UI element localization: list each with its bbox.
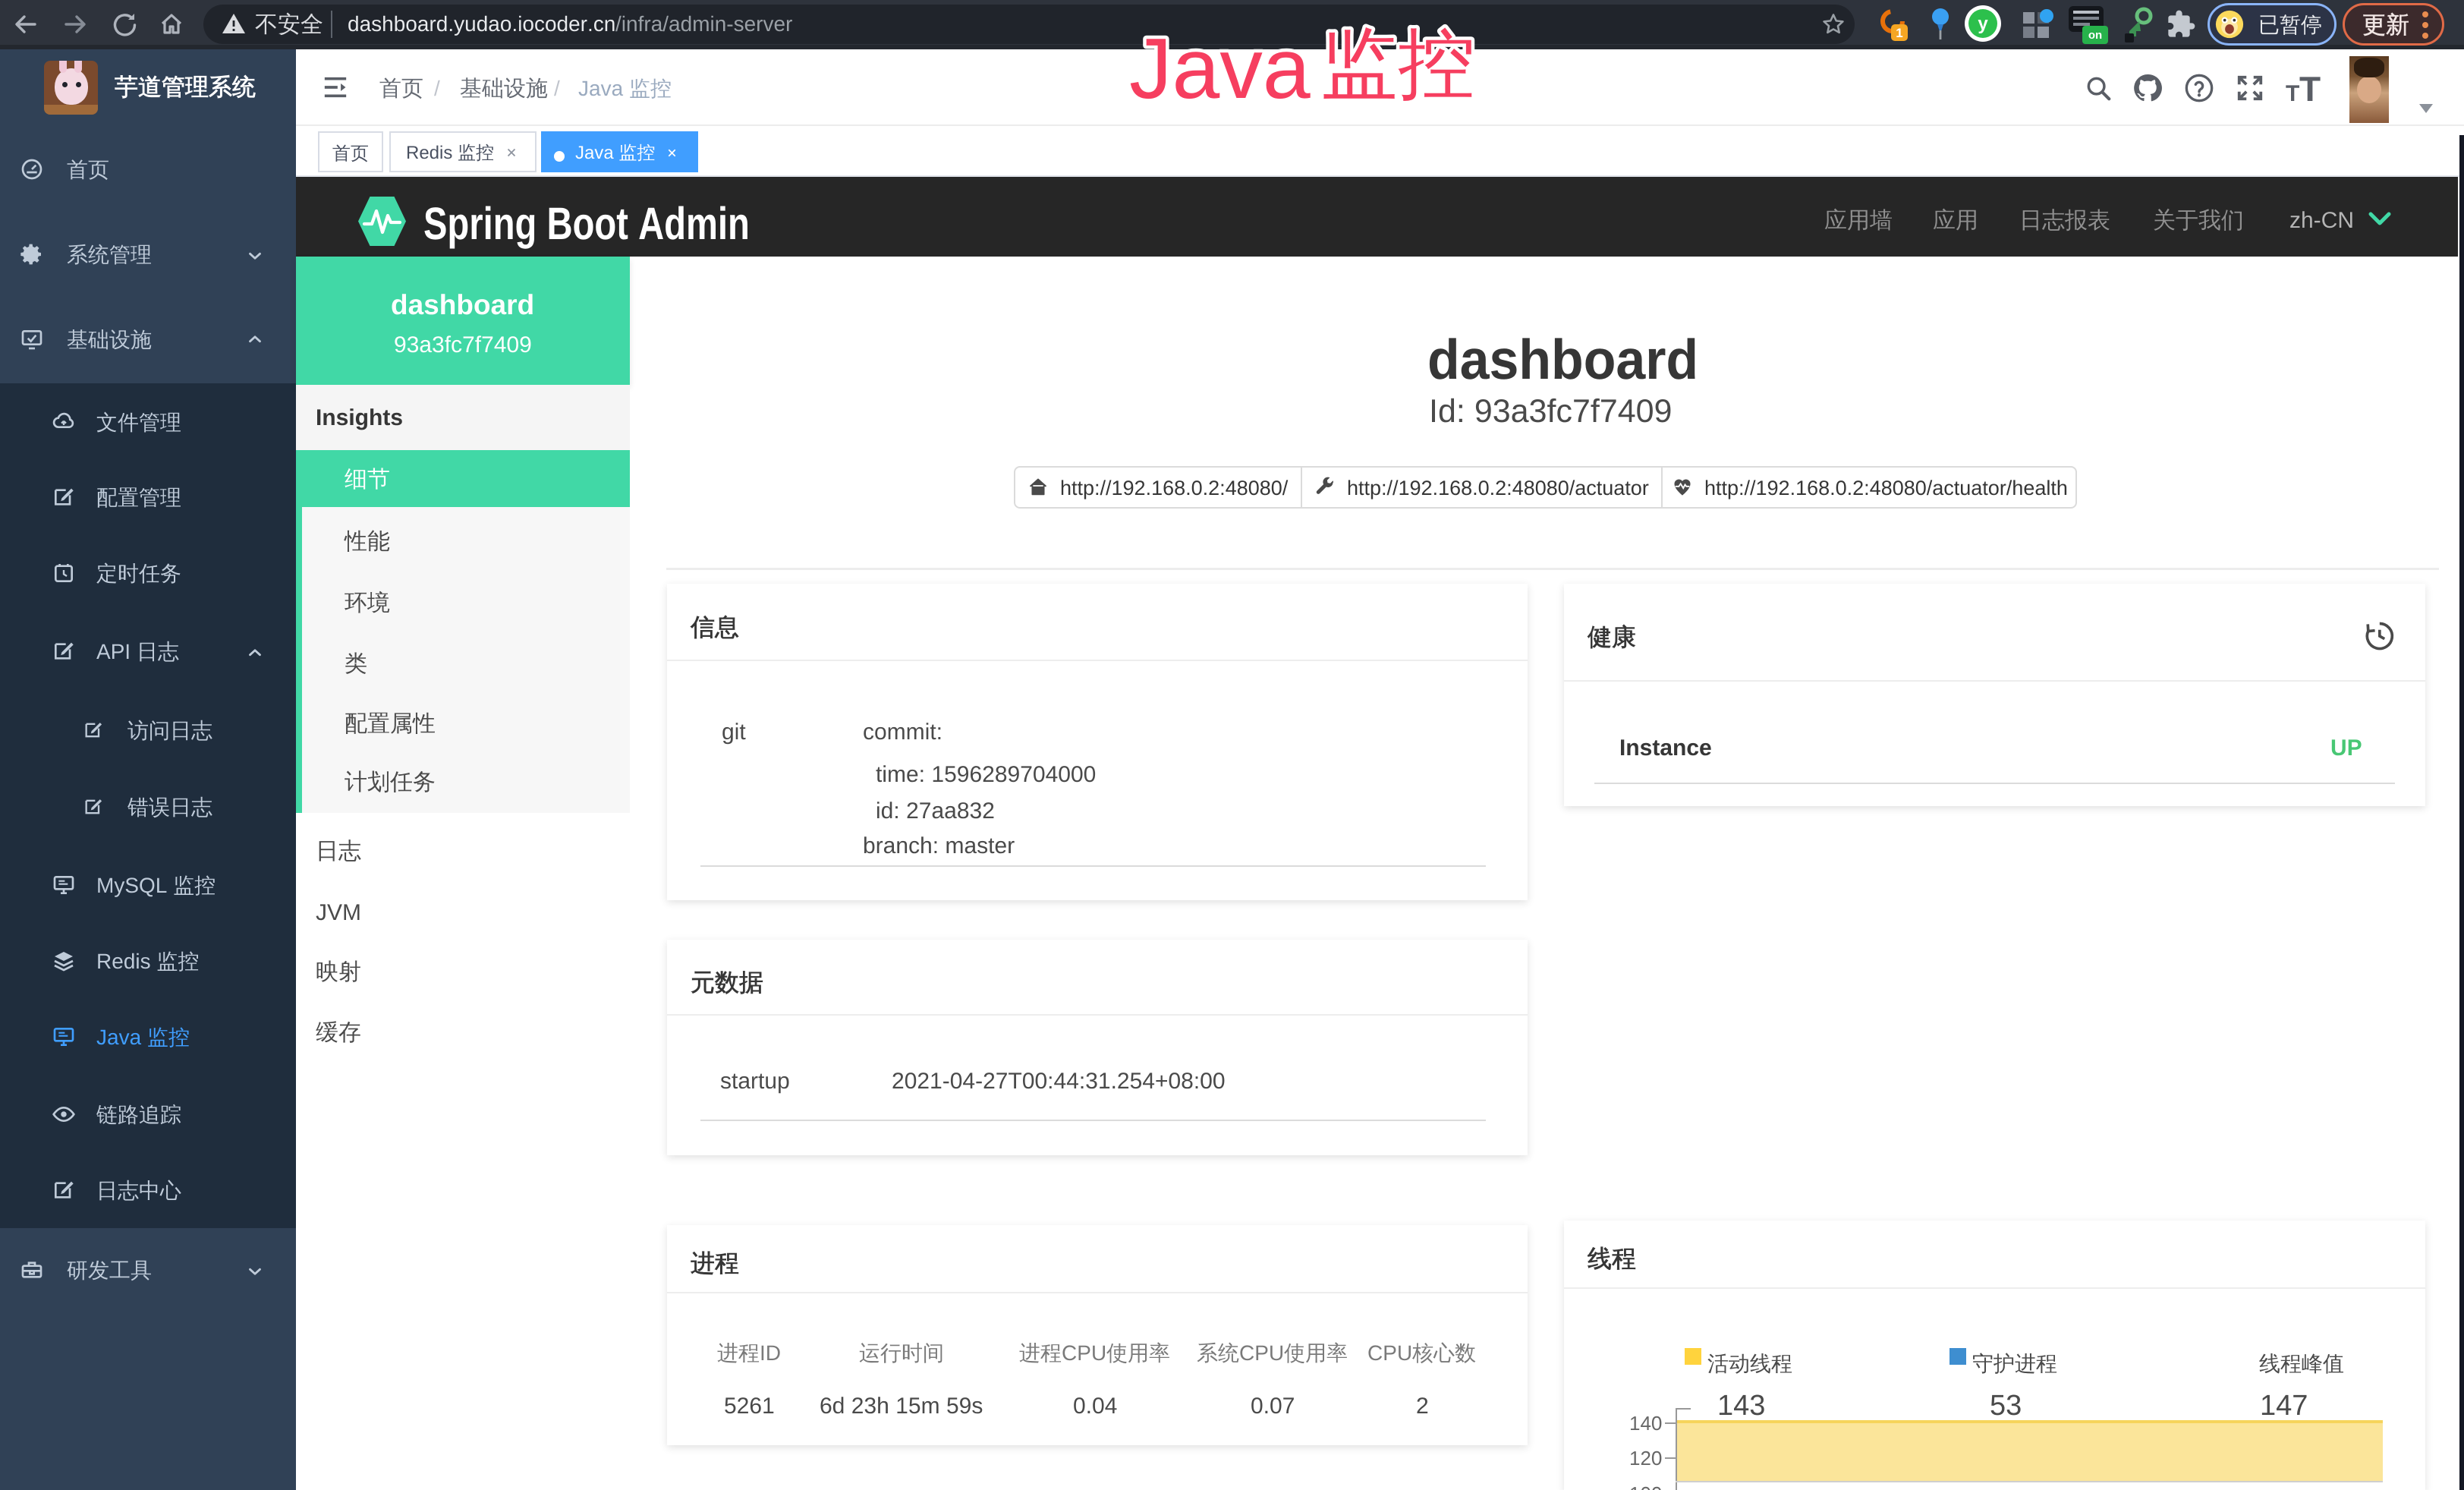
svg-text:1: 1 xyxy=(1896,26,1902,40)
svg-text:y: y xyxy=(1978,14,1988,34)
svg-text:on: on xyxy=(2088,29,2102,42)
